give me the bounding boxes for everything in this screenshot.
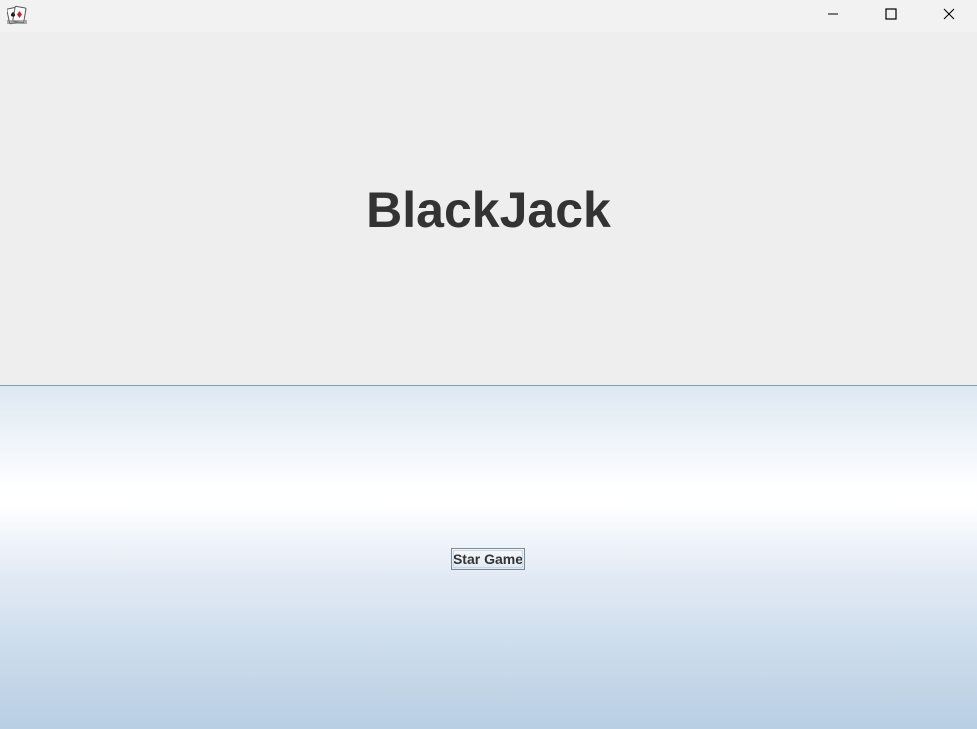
game-title: BlackJack xyxy=(366,182,611,238)
playing-cards-icon[interactable] xyxy=(6,5,27,25)
maximize-button[interactable] xyxy=(862,0,920,32)
minimize-icon xyxy=(827,7,839,25)
close-button[interactable] xyxy=(920,0,977,32)
maximize-icon xyxy=(885,7,897,25)
start-panel: Star Game xyxy=(0,386,977,729)
close-icon xyxy=(943,7,955,25)
start-game-button[interactable]: Star Game xyxy=(451,548,525,570)
title-panel: BlackJack xyxy=(0,32,977,386)
minimize-button[interactable] xyxy=(804,0,862,32)
app-window: BlackJack Star Game xyxy=(0,0,977,729)
title-bar[interactable] xyxy=(0,0,977,32)
